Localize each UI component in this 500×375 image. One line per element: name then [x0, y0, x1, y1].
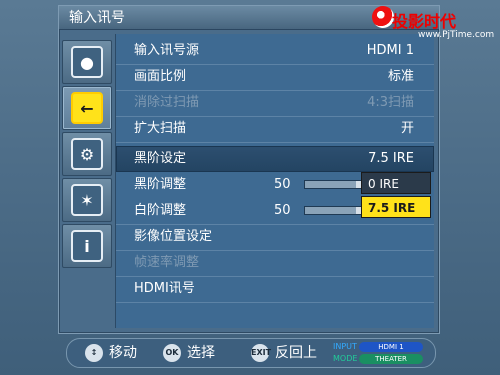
hint-back-label: 反回上	[275, 345, 317, 361]
info-icon: i	[71, 230, 103, 262]
osd-sidebar: ● ← ⚙ ✶ i	[59, 34, 113, 268]
gear-icon: ⚙	[71, 138, 103, 170]
watermark-logo: 投影时代 www.PjTime.com	[372, 4, 495, 44]
hint-select-label: 选择	[187, 345, 215, 361]
menu-row-label: 影像位置设定	[134, 229, 213, 244]
menu-row-label: 扩大扫描	[134, 121, 187, 136]
menu-row-image-position[interactable]: 影像位置设定	[116, 224, 434, 251]
menu-row-label: 画面比例	[134, 69, 187, 84]
menu-row-value: 4:3扫描	[367, 95, 414, 110]
star-icon: ✶	[71, 184, 103, 216]
slider-value: 50	[274, 203, 291, 218]
menu-row-label: 消除过扫描	[134, 95, 200, 110]
rgb-circles-icon: ●	[71, 46, 103, 78]
dropdown-option[interactable]: 0 IRE	[361, 172, 431, 194]
slider-value: 50	[274, 177, 291, 192]
watermark-brand: 投影时代	[392, 12, 457, 31]
osd-menu-window: 输入讯号 ● ← ⚙ ✶ i 输入讯号源 HDMI 1 画面比例 标准 消除过扫…	[58, 5, 440, 334]
tab-settings[interactable]: ⚙	[62, 132, 112, 176]
menu-row-expand-scan[interactable]: 扩大扫描 开	[116, 116, 434, 143]
menu-row-label: 黑阶设定	[134, 151, 187, 166]
menu-row-frame-rate: 帧速率调整	[116, 250, 434, 277]
menu-row-black-level[interactable]: 黑阶设定 7.5 IRE	[116, 146, 434, 172]
dropdown-option-selected[interactable]: 7.5 IRE	[361, 196, 431, 218]
tab-info[interactable]: i	[62, 224, 112, 268]
menu-row-label: 输入讯号源	[134, 43, 200, 58]
menu-row-aspect[interactable]: 画面比例 标准	[116, 64, 434, 91]
menu-row-label: 帧速率调整	[134, 255, 200, 270]
mode-value: THEATER	[359, 354, 423, 364]
menu-row-label: 黑阶调整	[134, 177, 187, 192]
hint-back: EXIT 反回上	[251, 339, 317, 367]
logo-mark-icon	[372, 6, 394, 28]
ok-button-icon: OK	[163, 344, 181, 362]
projector-screen: 输入讯号 ● ← ⚙ ✶ i 输入讯号源 HDMI 1 画面比例 标准 消除过扫…	[0, 0, 500, 375]
menu-row-hdmi-signal[interactable]: HDMI讯号	[116, 276, 434, 303]
tab-color[interactable]: ●	[62, 40, 112, 84]
osd-footer-hint-bar: ↕ 移动 OK 选择 EXIT 反回上 INPUT HDMI 1 MODE TH…	[66, 338, 436, 368]
menu-row-value: 7.5 IRE	[368, 151, 414, 166]
menu-row-label: 白阶调整	[134, 203, 187, 218]
menu-row-overscan: 消除过扫描 4:3扫描	[116, 90, 434, 117]
menu-row-value: 标准	[387, 69, 414, 84]
slider-fill	[305, 207, 356, 214]
menu-row-label: HDMI讯号	[134, 281, 195, 296]
tab-effects[interactable]: ✶	[62, 178, 112, 222]
black-level-dropdown: 0 IRE 7.5 IRE	[361, 172, 431, 218]
input-label: INPUT	[333, 342, 357, 351]
input-arrow-icon: ←	[71, 92, 103, 124]
input-value: HDMI 1	[359, 342, 423, 352]
updown-arrow-icon: ↕	[85, 344, 103, 362]
hint-select: OK 选择	[163, 339, 215, 367]
exit-button-icon: EXIT	[251, 344, 271, 362]
watermark-url: www.PjTime.com	[418, 30, 495, 40]
mode-label: MODE	[333, 354, 358, 363]
tab-input-signal[interactable]: ←	[62, 86, 112, 130]
hint-move-label: 移动	[109, 345, 137, 361]
status-indicator: INPUT HDMI 1 MODE THEATER	[333, 342, 429, 364]
hint-move: ↕ 移动	[85, 339, 137, 367]
menu-row-value: 开	[400, 121, 414, 136]
slider-fill	[305, 181, 356, 188]
